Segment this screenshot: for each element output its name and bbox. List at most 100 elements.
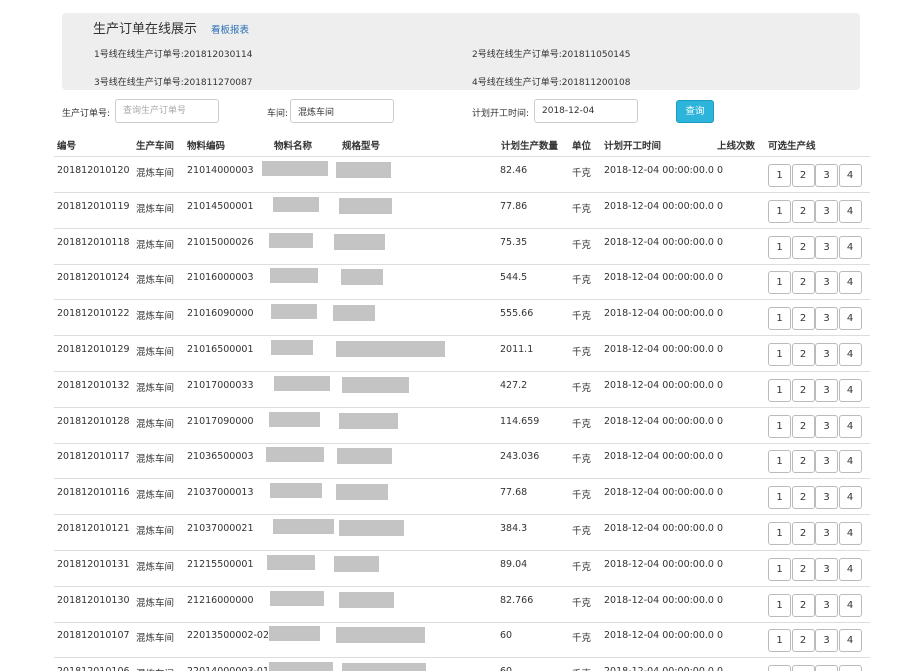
order-number-input[interactable] (115, 99, 219, 123)
line-3-button[interactable]: 3 (815, 271, 838, 295)
line-1-button[interactable]: 1 (768, 486, 791, 510)
planned-start-cell: 2018-12-04 00:00:00.0 (604, 344, 714, 355)
board-report-link[interactable]: 看板报表 (211, 22, 249, 36)
planned-start-cell: 2018-12-04 00:00:00.0 (604, 165, 714, 176)
line-3-button[interactable]: 3 (815, 450, 838, 474)
line-4-button[interactable]: 4 (838, 164, 862, 187)
online-count-cell: 0 (717, 236, 724, 248)
unit-cell: 千克 (572, 633, 592, 645)
planned-qty-cell: 555.66 (500, 308, 534, 320)
planned-qty-cell: 77.86 (500, 200, 528, 212)
planned-start-cell: 2018-12-04 00:00:00.0 (604, 523, 714, 534)
spec-model-redacted (336, 162, 391, 178)
line-4-button[interactable]: 4 (838, 414, 862, 438)
line-2-button[interactable]: 2 (791, 593, 815, 617)
line-2-button[interactable]: 2 (791, 307, 815, 331)
unit-cell: 千克 (572, 275, 592, 287)
workshop-cell: 混炼车间 (136, 311, 175, 323)
spec-model-redacted (342, 663, 426, 671)
online-count-cell: 0 (717, 200, 724, 212)
line-1-button[interactable]: 1 (768, 307, 791, 331)
line-3-button[interactable]: 3 (815, 593, 838, 617)
line-1-button[interactable]: 1 (768, 343, 791, 366)
line-4-button[interactable]: 4 (838, 343, 862, 366)
line-2-button[interactable]: 2 (791, 199, 815, 223)
line-1-button[interactable]: 1 (768, 522, 791, 545)
line-1-button[interactable]: 1 (768, 593, 791, 617)
line-2-button[interactable]: 2 (791, 450, 815, 474)
line-3-button[interactable]: 3 (815, 486, 838, 510)
line-3-button[interactable]: 3 (815, 235, 838, 259)
material-name-redacted (274, 375, 330, 391)
line-4-button[interactable]: 4 (838, 593, 862, 617)
line-3-button[interactable]: 3 (815, 164, 838, 187)
line-4-button[interactable]: 4 (838, 665, 862, 671)
start-date-input[interactable] (534, 99, 638, 123)
line-3-button[interactable]: 3 (815, 665, 838, 671)
workshop-cell: 混炼车间 (136, 490, 175, 502)
online-count-cell: 0 (717, 558, 724, 570)
line-3-button[interactable]: 3 (815, 378, 838, 402)
line-4-button[interactable]: 4 (838, 307, 862, 331)
line-3-button[interactable]: 3 (815, 522, 838, 545)
line-1-button[interactable]: 1 (768, 235, 791, 259)
workshop-cell: 混炼车间 (136, 418, 175, 430)
line-4-button[interactable]: 4 (838, 629, 862, 653)
line-2-button[interactable]: 2 (791, 522, 815, 545)
line-3-button[interactable]: 3 (815, 199, 838, 223)
planned-qty-cell: 60 (500, 630, 513, 642)
line-2-button[interactable]: 2 (791, 235, 815, 259)
workshop-cell: 混炼车间 (136, 526, 175, 537)
line-3-button[interactable]: 3 (815, 414, 838, 438)
line-2-button[interactable]: 2 (791, 378, 815, 402)
line-1-button[interactable]: 1 (768, 378, 791, 402)
line-1-button[interactable]: 1 (768, 199, 791, 223)
material-code-cell: 21015000026 (187, 236, 254, 248)
line-4-button[interactable]: 4 (838, 271, 862, 295)
header-planned-qty: 计划生产数量 (501, 141, 559, 152)
workshop-input[interactable] (290, 99, 394, 123)
header-id: 编号 (57, 141, 77, 152)
planned-start-cell: 2018-12-04 00:00:00.0 (604, 200, 714, 212)
line-2-button[interactable]: 2 (791, 665, 815, 671)
line-1-button[interactable]: 1 (768, 271, 791, 295)
line-1-button[interactable]: 1 (768, 414, 791, 438)
line-4-button[interactable]: 4 (838, 235, 862, 259)
material-name-redacted (262, 161, 328, 176)
order-id-cell: 201812010124 (57, 272, 130, 284)
workshop-cell: 混炼车间 (136, 275, 175, 287)
planned-start-cell: 2018-12-04 00:00:00.0 (604, 666, 714, 671)
order-id-cell: 201812010131 (57, 558, 130, 570)
line-1-button[interactable]: 1 (768, 557, 791, 581)
line-4-button[interactable]: 4 (838, 522, 862, 545)
line-4-button[interactable]: 4 (838, 378, 862, 402)
line-2-button[interactable]: 2 (791, 486, 815, 510)
line-1-button[interactable]: 1 (768, 164, 791, 187)
line-2-button[interactable]: 2 (791, 557, 815, 581)
line-3-button[interactable]: 3 (815, 629, 838, 653)
line-2-button[interactable]: 2 (791, 414, 815, 438)
query-button[interactable]: 查询 (676, 100, 714, 123)
line-4-button[interactable]: 4 (838, 557, 862, 581)
line-2-button[interactable]: 2 (791, 629, 815, 653)
line-1-button[interactable]: 1 (768, 450, 791, 474)
planned-start-cell: 2018-12-04 00:00:00.0 (604, 236, 714, 248)
line-2-button[interactable]: 2 (791, 271, 815, 295)
unit-cell: 千克 (572, 666, 591, 671)
table-row: 201812010106 混炼车间 22014000003-01 60 千克 2018-1… (54, 658, 870, 671)
online-count-cell: 0 (717, 344, 724, 355)
planned-qty-cell: 427.2 (500, 379, 528, 391)
line-2-button[interactable]: 2 (791, 164, 815, 187)
line-3-button[interactable]: 3 (815, 557, 838, 581)
planned-start-cell: 2018-12-04 00:00:00.0 (604, 487, 714, 499)
line-3-button[interactable]: 3 (815, 307, 838, 331)
line-4-button[interactable]: 4 (838, 199, 862, 223)
line-3-button[interactable]: 3 (815, 343, 838, 366)
line-4-button[interactable]: 4 (838, 486, 862, 510)
line-2-button[interactable]: 2 (791, 343, 815, 366)
line-1-button[interactable]: 1 (768, 665, 791, 671)
line-4-button[interactable]: 4 (838, 450, 862, 474)
planned-qty-cell: 82.46 (500, 165, 528, 176)
line-1-button[interactable]: 1 (768, 629, 791, 653)
header-material-name: 物料名称 (274, 141, 313, 152)
